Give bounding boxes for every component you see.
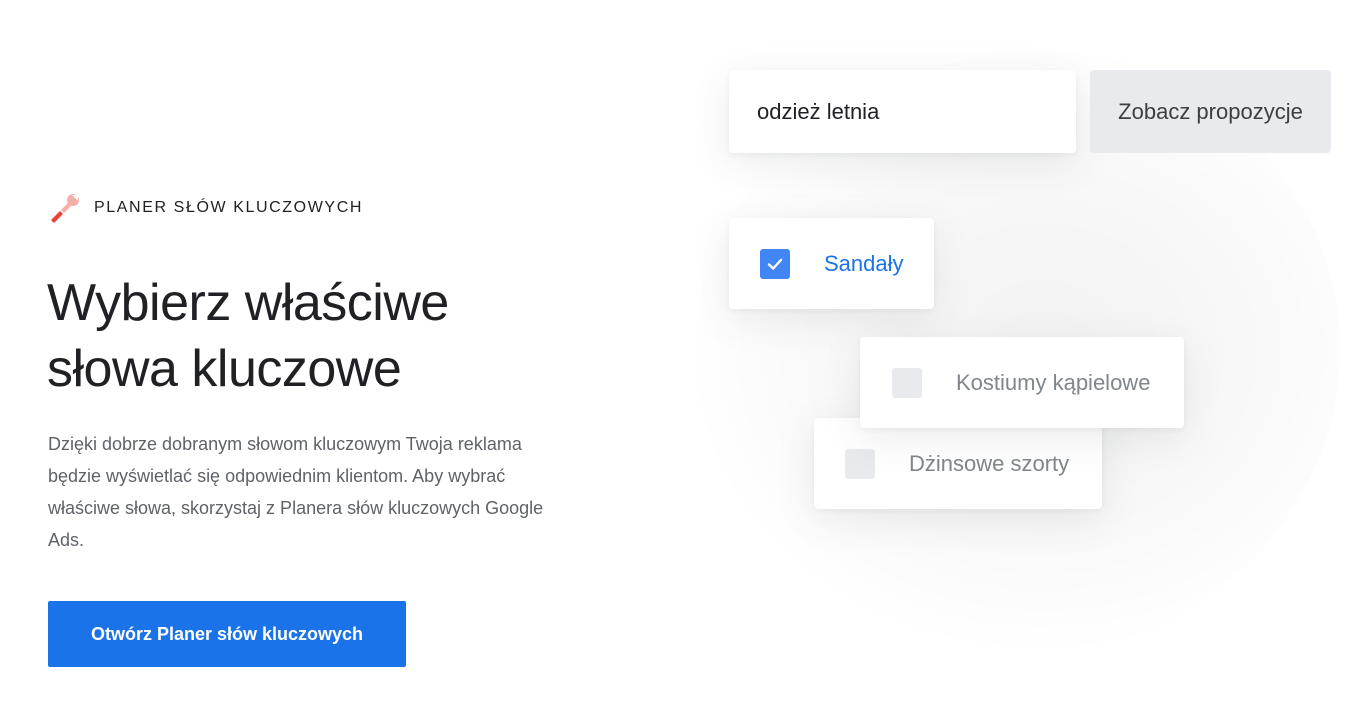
product-name: PLANER SŁÓW KLUCZOWYCH: [94, 199, 364, 216]
keyword-search-input[interactable]: [755, 97, 1059, 126]
checkbox-unchecked[interactable]: [845, 448, 875, 479]
checkbox-unchecked[interactable]: [892, 367, 922, 398]
keyword-suggestion[interactable]: Kostiumy kąpielowe: [860, 337, 1184, 428]
page-title-line-2: słowa kluczowe: [47, 340, 402, 398]
page-title-line-1: Wybierz właściwe: [47, 274, 449, 332]
keyword-suggestion[interactable]: Dżinsowe szorty: [814, 418, 1102, 509]
keyword-label: Sandały: [824, 250, 904, 276]
page-title: Wybierz właściwe słowa kluczowe: [47, 270, 607, 402]
description: Dzięki dobrze dobranym słowom kluczowym …: [48, 434, 544, 550]
keyword-label: Dżinsowe szorty: [909, 450, 1070, 476]
open-keyword-planner-button[interactable]: Otwórz Planer słów kluczowych: [48, 601, 406, 667]
product-eyebrow: PLANER SŁÓW KLUCZOWYCH: [48, 192, 363, 224]
see-suggestions-button[interactable]: Zobacz propozycje: [1090, 70, 1331, 153]
checkbox-checked[interactable]: [760, 248, 790, 279]
search-box[interactable]: [729, 70, 1076, 153]
wrench-icon: [48, 192, 80, 224]
keyword-label: Kostiumy kąpielowe: [956, 369, 1151, 395]
keyword-suggestion[interactable]: Sandały: [729, 218, 934, 309]
check-icon: [767, 258, 783, 270]
